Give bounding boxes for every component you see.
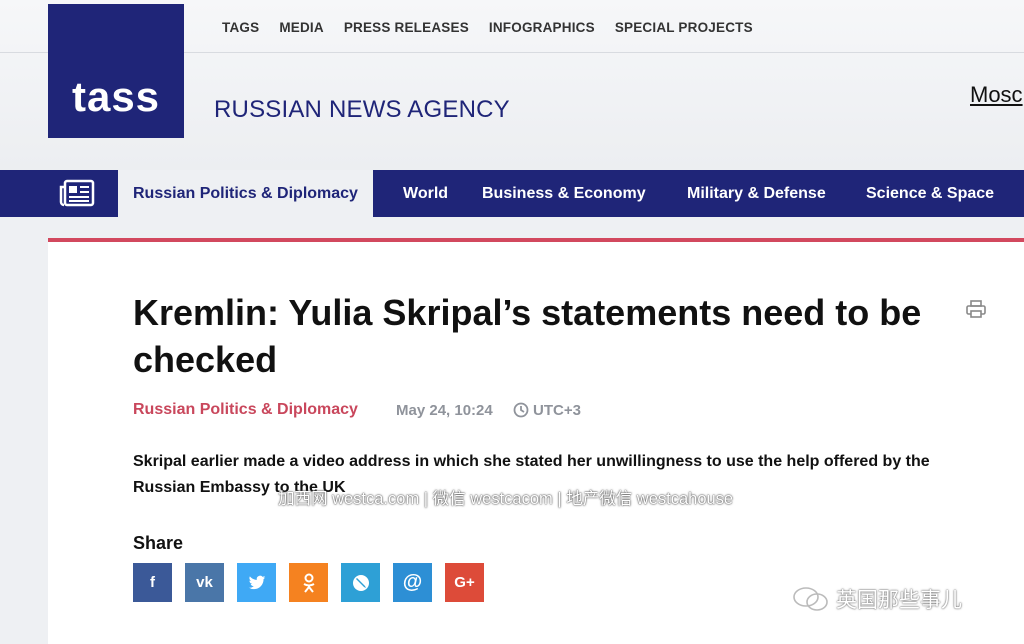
top-link-tags[interactable]: TAGS bbox=[222, 20, 259, 35]
print-icon[interactable] bbox=[966, 300, 986, 318]
city-link[interactable]: Mosc bbox=[970, 82, 1023, 108]
share-buttons: f vk @ G+ bbox=[133, 563, 484, 602]
top-links: TAGS MEDIA PRESS RELEASES INFOGRAPHICS S… bbox=[222, 20, 753, 35]
top-link-press-releases[interactable]: PRESS RELEASES bbox=[344, 20, 469, 35]
nav-world[interactable]: World bbox=[403, 170, 448, 217]
article-accent-rule bbox=[48, 238, 1024, 242]
nav-science-space[interactable]: Science & Space bbox=[866, 170, 994, 217]
vk-icon: vk bbox=[196, 574, 213, 591]
email-icon: @ bbox=[402, 571, 423, 593]
livejournal-icon bbox=[352, 574, 369, 591]
article-title: Kremlin: Yulia Skripal’s statements need… bbox=[133, 292, 922, 380]
odnoklassniki-icon bbox=[302, 573, 315, 593]
share-livejournal-button[interactable] bbox=[341, 563, 380, 602]
top-link-special-projects[interactable]: SPECIAL PROJECTS bbox=[615, 20, 753, 35]
share-email-button[interactable]: @ bbox=[393, 563, 432, 602]
nav-business-economy[interactable]: Business & Economy bbox=[482, 170, 646, 217]
corner-watermark-text: 英国那些事儿 bbox=[836, 589, 962, 612]
wechat-icon bbox=[793, 587, 828, 611]
share-twitter-button[interactable] bbox=[237, 563, 276, 602]
share-vk-button[interactable]: vk bbox=[185, 563, 224, 602]
article-date: May 24, 10:24 bbox=[396, 402, 493, 419]
facebook-icon: f bbox=[150, 574, 155, 591]
google-plus-icon: G+ bbox=[454, 574, 475, 591]
article-timezone: UTC+3 bbox=[533, 402, 581, 419]
tass-logo[interactable]: tass bbox=[48, 4, 184, 138]
top-link-infographics[interactable]: INFOGRAPHICS bbox=[489, 20, 595, 35]
nav-russian-politics[interactable]: Russian Politics & Diplomacy bbox=[118, 170, 373, 217]
article-category-link[interactable]: Russian Politics & Diplomacy bbox=[133, 401, 358, 419]
newspaper-menu-icon[interactable] bbox=[58, 178, 98, 208]
share-label: Share bbox=[133, 533, 184, 553]
watermark-overlay: 加西网 westca.com | 微信 westcacom | 地产微信 wes… bbox=[278, 490, 734, 508]
logo-text: tass bbox=[71, 73, 161, 120]
clock-icon bbox=[513, 402, 529, 418]
main-nav: Russian Politics & Diplomacy World Busin… bbox=[0, 170, 1024, 217]
top-link-media[interactable]: MEDIA bbox=[279, 20, 324, 35]
share-facebook-button[interactable]: f bbox=[133, 563, 172, 602]
nav-military-defense[interactable]: Military & Defense bbox=[687, 170, 826, 217]
corner-watermark: 英国那些事儿 bbox=[792, 584, 962, 614]
share-google-plus-button[interactable]: G+ bbox=[445, 563, 484, 602]
twitter-icon bbox=[248, 575, 265, 589]
share-odnoklassniki-button[interactable] bbox=[289, 563, 328, 602]
agency-name: RUSSIAN NEWS AGENCY bbox=[214, 96, 510, 123]
